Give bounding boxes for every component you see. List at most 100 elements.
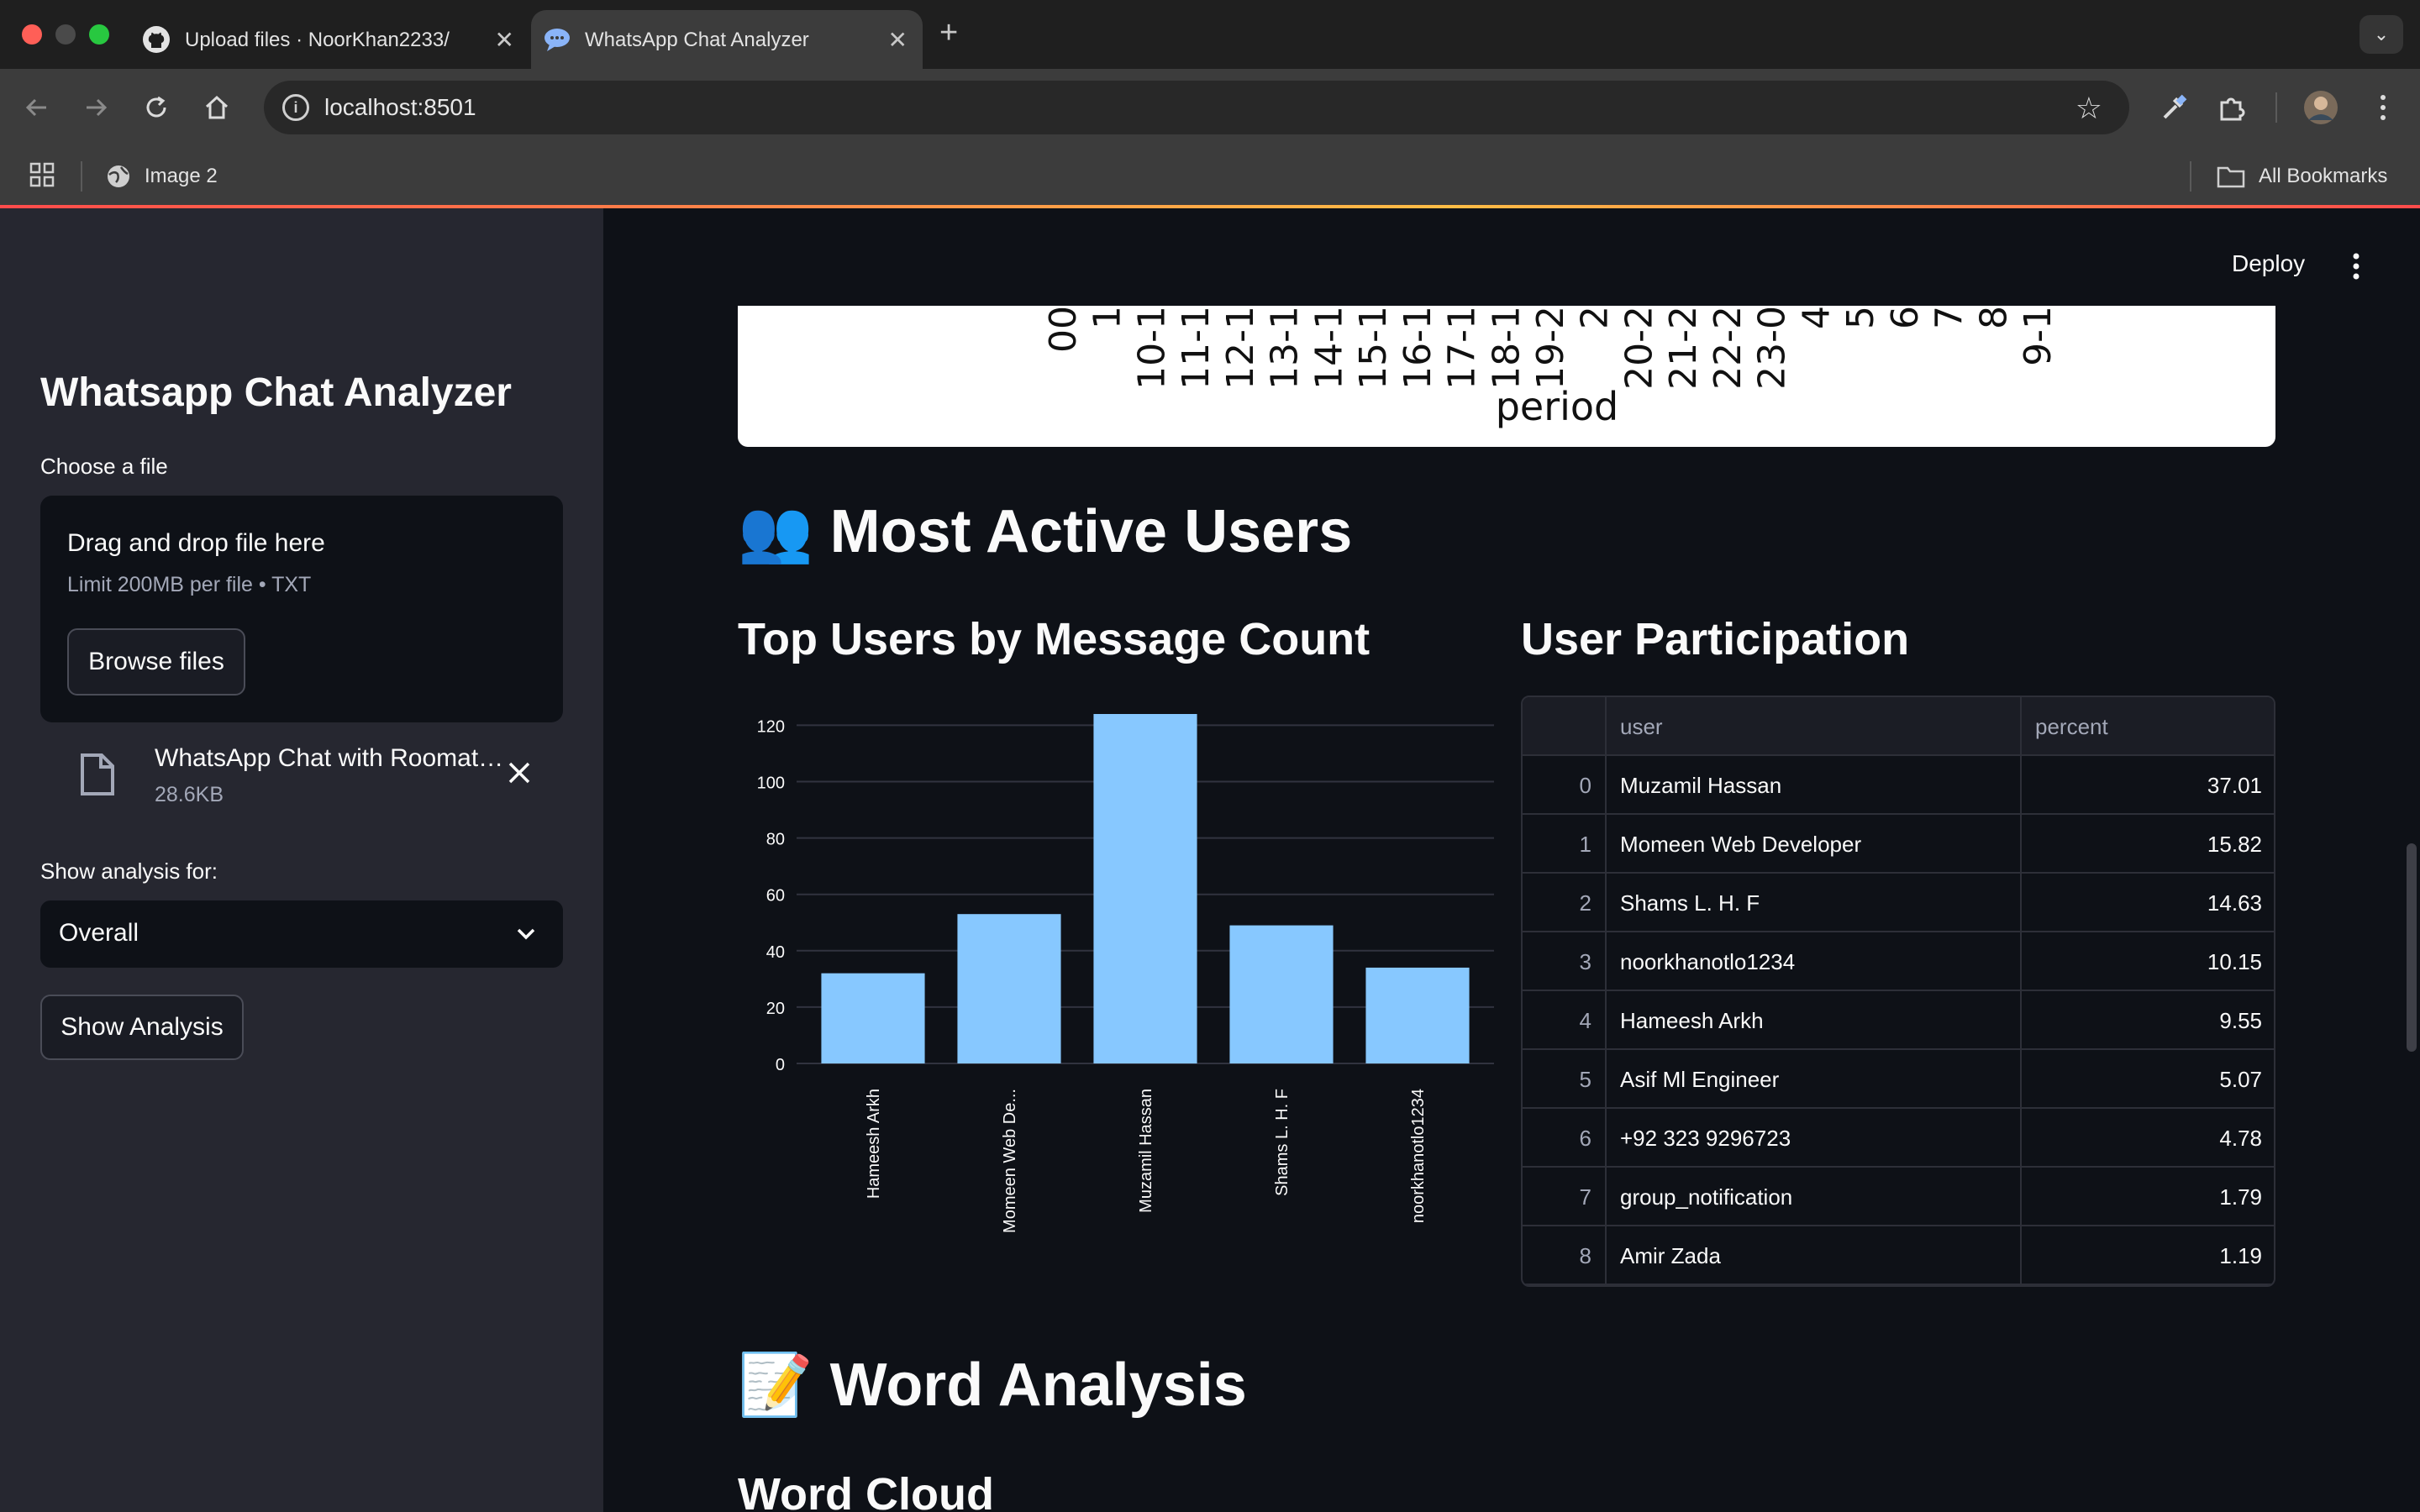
period-tick-label: 10-1 (1130, 306, 1173, 390)
bookmarks-bar: Image 2 All Bookmarks (0, 146, 2420, 207)
table-row[interactable]: 4 Hameesh Arkh 9.55 (1523, 991, 2274, 1050)
user-cell: Amir Zada (1607, 1226, 2022, 1285)
row-index: 3 (1523, 932, 1607, 991)
forward-icon[interactable] (77, 89, 114, 126)
dropzone-instructions: Drag and drop file here (67, 529, 325, 557)
uploaded-file: WhatsApp Chat with Roomat… 28.6KB (40, 732, 563, 816)
screen: Upload files · NoorKhan2233/ ✕ WhatsApp … (0, 0, 2420, 1512)
percent-cell: 5.07 (2219, 1067, 2262, 1092)
address-bar[interactable]: i localhost:8501 ☆ (264, 81, 2129, 134)
close-tab-icon[interactable]: ✕ (888, 29, 908, 52)
file-uploader-label: Choose a file (40, 454, 168, 479)
bookmark-image-2[interactable]: Image 2 (106, 160, 308, 193)
y-tick-label: 60 (766, 887, 785, 906)
profile-avatar[interactable] (2301, 87, 2341, 128)
period-tick-label: 00 (1042, 306, 1085, 353)
user-cell: Momeen Web Developer (1607, 815, 2022, 874)
tab-title: Upload files · NoorKhan2233/ (185, 29, 450, 51)
period-tick-label: 19-2 (1529, 306, 1572, 390)
table-row[interactable]: 2 Shams L. H. F 14.63 (1523, 874, 2274, 932)
uploaded-file-name: WhatsApp Chat with Roomat… (155, 744, 504, 772)
section-word-analysis: 📝 Word Analysis (738, 1349, 1247, 1420)
extensions-icon[interactable] (2212, 87, 2252, 128)
section-title: Most Active Users (829, 498, 1353, 565)
user-select-value: Overall (59, 919, 139, 947)
file-dropzone[interactable]: Drag and drop file here Limit 200MB per … (40, 496, 563, 722)
show-analysis-button[interactable]: Show Analysis (40, 995, 244, 1060)
table-row[interactable]: 7 group_notification 1.79 (1523, 1168, 2274, 1226)
all-bookmarks-button[interactable]: All Bookmarks (2217, 160, 2418, 193)
table-row[interactable]: 6 +92 323 9296723 4.78 (1523, 1109, 2274, 1168)
user-select[interactable]: Overall (40, 900, 563, 968)
file-icon (81, 753, 114, 795)
x-tick-label: Momeen Web De... (1001, 1089, 1019, 1233)
period-tick-label: 13-1 (1264, 306, 1307, 390)
deploy-button[interactable]: Deploy (2232, 250, 2305, 277)
browse-files-button[interactable]: Browse files (67, 628, 245, 696)
table-row[interactable]: 1 Momeen Web Developer 15.82 (1523, 815, 2274, 874)
period-tick-label: 22-2 (1707, 306, 1749, 390)
minimize-window-button[interactable] (55, 24, 76, 45)
participation-table[interactable]: user percent 0 Muzamil Hassan 37.01 1 Momeen… (1521, 696, 2275, 1287)
percent-cell: 4.78 (2219, 1126, 2262, 1151)
table-row[interactable]: 3 noorkhanotlo1234 10.15 (1523, 932, 2274, 991)
remove-file-icon[interactable] (508, 761, 531, 785)
word-cloud-title: Word Cloud (738, 1469, 994, 1512)
browser-tab-bar: Upload files · NoorKhan2233/ ✕ WhatsApp … (0, 0, 2420, 69)
browser-menu-icon[interactable] (2363, 87, 2403, 128)
bookmark-star-icon[interactable]: ☆ (2075, 91, 2102, 126)
zoom-window-button[interactable] (89, 24, 109, 45)
dropzone-limit-text: Limit 200MB per file • TXT (67, 573, 312, 596)
close-window-button[interactable] (22, 24, 42, 45)
globe-icon (108, 165, 129, 187)
period-tick-label: 8 (1972, 306, 2015, 329)
apps-grid-icon[interactable] (29, 161, 55, 192)
percent-column-header[interactable]: percent (2022, 697, 2274, 756)
tab-whatsapp-chat-analyzer[interactable]: WhatsApp Chat Analyzer ✕ (531, 10, 923, 69)
home-icon[interactable] (198, 89, 235, 126)
percent-cell: 15.82 (2207, 832, 2262, 857)
reload-icon[interactable] (138, 89, 175, 126)
sidebar-title: Whatsapp Chat Analyzer (40, 370, 512, 415)
period-tick-label: 18-1 (1485, 306, 1528, 390)
main-scrollbar[interactable] (2407, 843, 2417, 1052)
period-chart-svg: 00 1 10-1 11-1 12-1 13-1 14-1 15-1 16-1 17-1 18-1 1… (1042, 306, 2060, 429)
browser-toolbar: i localhost:8501 ☆ (0, 69, 2420, 146)
main-menu-icon[interactable] (2351, 252, 2361, 281)
user-column-header[interactable]: user (1607, 697, 2022, 756)
user-cell: group_notification (1607, 1168, 2022, 1226)
row-index: 4 (1523, 991, 1607, 1050)
close-tab-icon[interactable]: ✕ (495, 29, 514, 52)
period-tick-label: 9-1 (2017, 306, 2060, 366)
table-row[interactable]: 0 Muzamil Hassan 37.01 (1523, 756, 2274, 815)
bookmarks-divider (2190, 161, 2191, 192)
period-tick-label: 4 (1795, 306, 1838, 329)
percent-cell: 14.63 (2207, 890, 2262, 916)
period-tick-label: 1 (1086, 306, 1129, 329)
user-cell: Asif Ml Engineer (1607, 1050, 2022, 1109)
back-icon[interactable] (18, 89, 55, 126)
table-row[interactable]: 8 Amir Zada 1.19 (1523, 1226, 2274, 1285)
bar-4 (1365, 967, 1470, 1063)
site-info-icon[interactable]: i (282, 94, 309, 121)
period-tick-label: 21-2 (1662, 306, 1705, 390)
percent-cell: 1.19 (2219, 1243, 2262, 1268)
url-text: localhost:8501 (324, 94, 476, 120)
x-tick-label: Shams L. H. F (1273, 1089, 1292, 1196)
table-row[interactable]: 5 Asif Ml Engineer 5.07 (1523, 1050, 2274, 1109)
analysis-for-label: Show analysis for: (40, 858, 218, 884)
user-cell: noorkhanotlo1234 (1607, 932, 2022, 991)
period-tick-label: 17-1 (1441, 306, 1484, 390)
period-axis-label: period (1496, 384, 1619, 429)
period-chart: 00 1 10-1 11-1 12-1 13-1 14-1 15-1 16-1 17-1 18-1 1… (738, 306, 2275, 447)
period-tick-label: 20-2 (1618, 306, 1660, 390)
toolbar-divider (2275, 92, 2277, 123)
row-index: 6 (1523, 1109, 1607, 1168)
y-tick-label: 0 (776, 1056, 785, 1074)
x-tick-label: Muzamil Hassan (1137, 1089, 1155, 1213)
new-tab-icon[interactable]: + (939, 15, 958, 51)
bar-3 (1229, 925, 1334, 1063)
eyedropper-icon[interactable] (2153, 87, 2193, 128)
tab-upload-files[interactable]: Upload files · NoorKhan2233/ ✕ (134, 10, 529, 69)
tab-search-chevron-icon[interactable]: ⌄ (2360, 15, 2403, 54)
